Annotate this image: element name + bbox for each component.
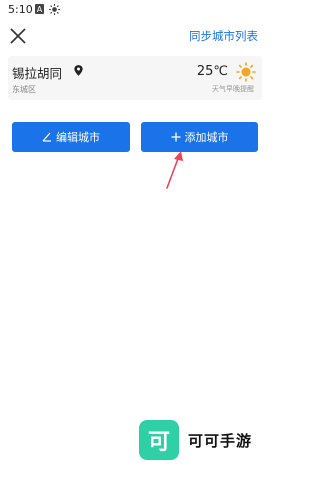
notification-a-icon: A [35, 4, 44, 14]
city-name: 锡拉胡同 [12, 66, 63, 81]
brightness-icon [49, 4, 60, 15]
status-time: 5:10 [8, 3, 33, 16]
edit-city-label: 编辑城市 [56, 131, 100, 144]
watermark-logo: 可 [139, 420, 179, 460]
weather-reminder-label: 天气早晚提醒 [212, 85, 254, 93]
add-city-label: 添加城市 [184, 131, 229, 144]
add-city-button[interactable]: 添加城市 [141, 122, 258, 152]
top-bar: 同步城市列表 [0, 20, 270, 54]
sync-city-list-link[interactable]: 同步城市列表 [189, 28, 258, 44]
status-bar: 5:10 A [0, 0, 270, 20]
city-card[interactable]: 锡拉胡同 东城区 25℃ 天气早晚提醒 [8, 56, 262, 100]
temperature: 25℃ [196, 64, 228, 79]
sunny-icon [236, 62, 256, 82]
edit-icon [42, 132, 51, 142]
location-pin-icon [74, 65, 83, 76]
svg-text:A: A [37, 5, 43, 14]
plus-icon [171, 132, 180, 142]
pointer-arrow-icon [166, 151, 183, 189]
close-icon[interactable] [8, 26, 28, 46]
edit-city-button[interactable]: 编辑城市 [12, 122, 130, 152]
watermark-text: 可可手游 [188, 432, 253, 450]
district-label: 东城区 [12, 85, 36, 94]
